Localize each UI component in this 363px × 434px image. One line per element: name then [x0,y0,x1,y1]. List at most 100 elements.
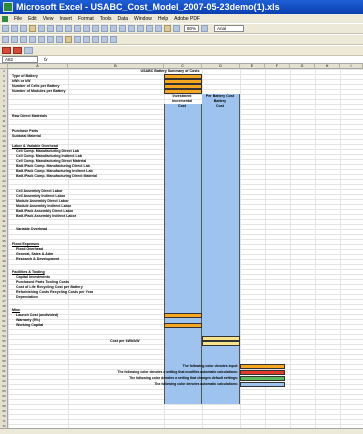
menu-insert[interactable]: Insert [59,16,72,22]
undo-icon[interactable] [110,25,117,32]
open-icon[interactable] [11,25,18,32]
sort-descending-icon[interactable] [155,25,162,32]
row-header[interactable]: 62 [0,374,8,378]
row-header[interactable]: 23 [0,179,8,183]
print-preview-icon[interactable] [56,25,63,32]
next-icon[interactable] [47,36,54,43]
row-header[interactable]: 52 [0,324,8,328]
chart-wizard-icon[interactable] [164,25,171,32]
row-header[interactable]: 21 [0,169,8,173]
row-header[interactable]: 44 [0,284,8,288]
menu-data[interactable]: Data [117,16,128,22]
redo-icon[interactable] [119,25,126,32]
row-header[interactable]: 55 [0,339,8,343]
row-header[interactable]: 43 [0,279,8,283]
fx-icon[interactable]: fx [44,57,48,62]
menu-view[interactable]: View [43,16,54,22]
row-header[interactable]: 46 [0,294,8,298]
workbook-icon[interactable] [2,15,8,22]
row-header[interactable]: 54 [0,334,8,338]
row-header[interactable]: 57 [0,349,8,353]
row-header[interactable]: 58 [0,354,8,358]
font-select[interactable]: Arial [214,25,245,32]
row-header[interactable]: 34 [0,234,8,238]
row-header[interactable]: 49 [0,309,8,313]
row-header[interactable]: 65 [0,389,8,393]
print-icon[interactable] [47,25,54,32]
hyperlink-icon[interactable] [128,25,135,32]
row-header[interactable]: 39 [0,259,8,263]
row-header[interactable]: 29 [0,209,8,213]
menu-file[interactable]: File [14,16,22,22]
row-header[interactable]: 10 [0,114,8,118]
format-painter-icon[interactable] [101,25,108,32]
menu-format[interactable]: Format [78,16,94,22]
menu-window[interactable]: Window [134,16,152,22]
pdf-email-icon[interactable] [13,47,22,54]
row-header[interactable]: 26 [0,194,8,198]
input-launch-cost[interactable] [164,313,202,318]
copy-icon[interactable] [83,25,90,32]
toolbar-options-icon[interactable] [24,47,33,54]
row-header[interactable]: 12 [0,124,8,128]
row-header[interactable]: 60 [0,364,8,368]
row-header[interactable]: 1 [0,69,8,73]
row-header[interactable]: 51 [0,319,8,323]
row-header[interactable]: 14 [0,134,8,138]
row-header[interactable]: 38 [0,254,8,258]
row-header[interactable]: 68 [0,404,8,408]
show-comments-icon[interactable] [29,36,36,43]
row-header[interactable]: 48 [0,304,8,308]
accept-icon[interactable] [92,36,99,43]
row-header[interactable]: 31 [0,219,8,223]
row-header[interactable]: 59 [0,359,8,363]
row-header[interactable]: 11 [0,119,8,123]
zoom-select[interactable]: 80% [184,25,200,32]
permission-icon[interactable] [29,25,36,32]
autosum-icon[interactable] [137,25,144,32]
reviewing-pane-icon[interactable] [56,36,63,43]
row-header[interactable]: 33 [0,229,8,233]
row-header[interactable]: 15 [0,139,8,143]
menu-adobe-pdf[interactable]: Adobe PDF [174,16,200,22]
row-header[interactable]: 13 [0,129,8,133]
row-header[interactable]: 50 [0,314,8,318]
row-header[interactable]: 36 [0,244,8,248]
row-header[interactable]: 4 [0,84,8,88]
row-header[interactable]: 71 [0,419,8,423]
menu-help[interactable]: Help [158,16,168,22]
comment-icon[interactable] [2,36,9,43]
row-header[interactable]: 70 [0,414,8,418]
row-header[interactable]: 53 [0,329,8,333]
track-changes-icon[interactable] [11,36,18,43]
row-header[interactable]: 9 [0,109,8,113]
row-header[interactable]: 67 [0,399,8,403]
row-header[interactable]: 45 [0,289,8,293]
row-header[interactable]: 30 [0,214,8,218]
row-header[interactable]: 40 [0,264,8,268]
email-icon[interactable] [38,25,45,32]
menu-edit[interactable]: Edit [28,16,37,22]
row-header[interactable]: 24 [0,184,8,188]
row-header[interactable]: 42 [0,274,8,278]
row-header[interactable]: 7 [0,99,8,103]
menu-tools[interactable]: Tools [100,16,112,22]
help-icon[interactable] [201,25,209,32]
row-header[interactable]: 20 [0,164,8,168]
delete-comment-icon[interactable] [74,36,81,43]
worksheet[interactable]: A B C D E F G H I 1 2 3 4 5 6 7 8 9 10 11 12 13 14 15 1… [0,64,363,434]
row-header[interactable]: 35 [0,239,8,243]
row-header[interactable]: 17 [0,149,8,153]
row-header[interactable]: 28 [0,204,8,208]
paste-icon[interactable] [92,25,99,32]
row-header[interactable]: 5 [0,89,8,93]
previous-icon[interactable] [38,36,45,43]
row-header[interactable]: 37 [0,249,8,253]
row-header[interactable]: 16 [0,144,8,148]
name-box[interactable]: A82 [2,56,38,63]
input-working-capital[interactable] [164,323,202,328]
reject-icon[interactable] [101,36,108,43]
sort-ascending-icon[interactable] [146,25,153,32]
reply-icon[interactable] [20,36,27,43]
row-header[interactable]: 27 [0,199,8,203]
